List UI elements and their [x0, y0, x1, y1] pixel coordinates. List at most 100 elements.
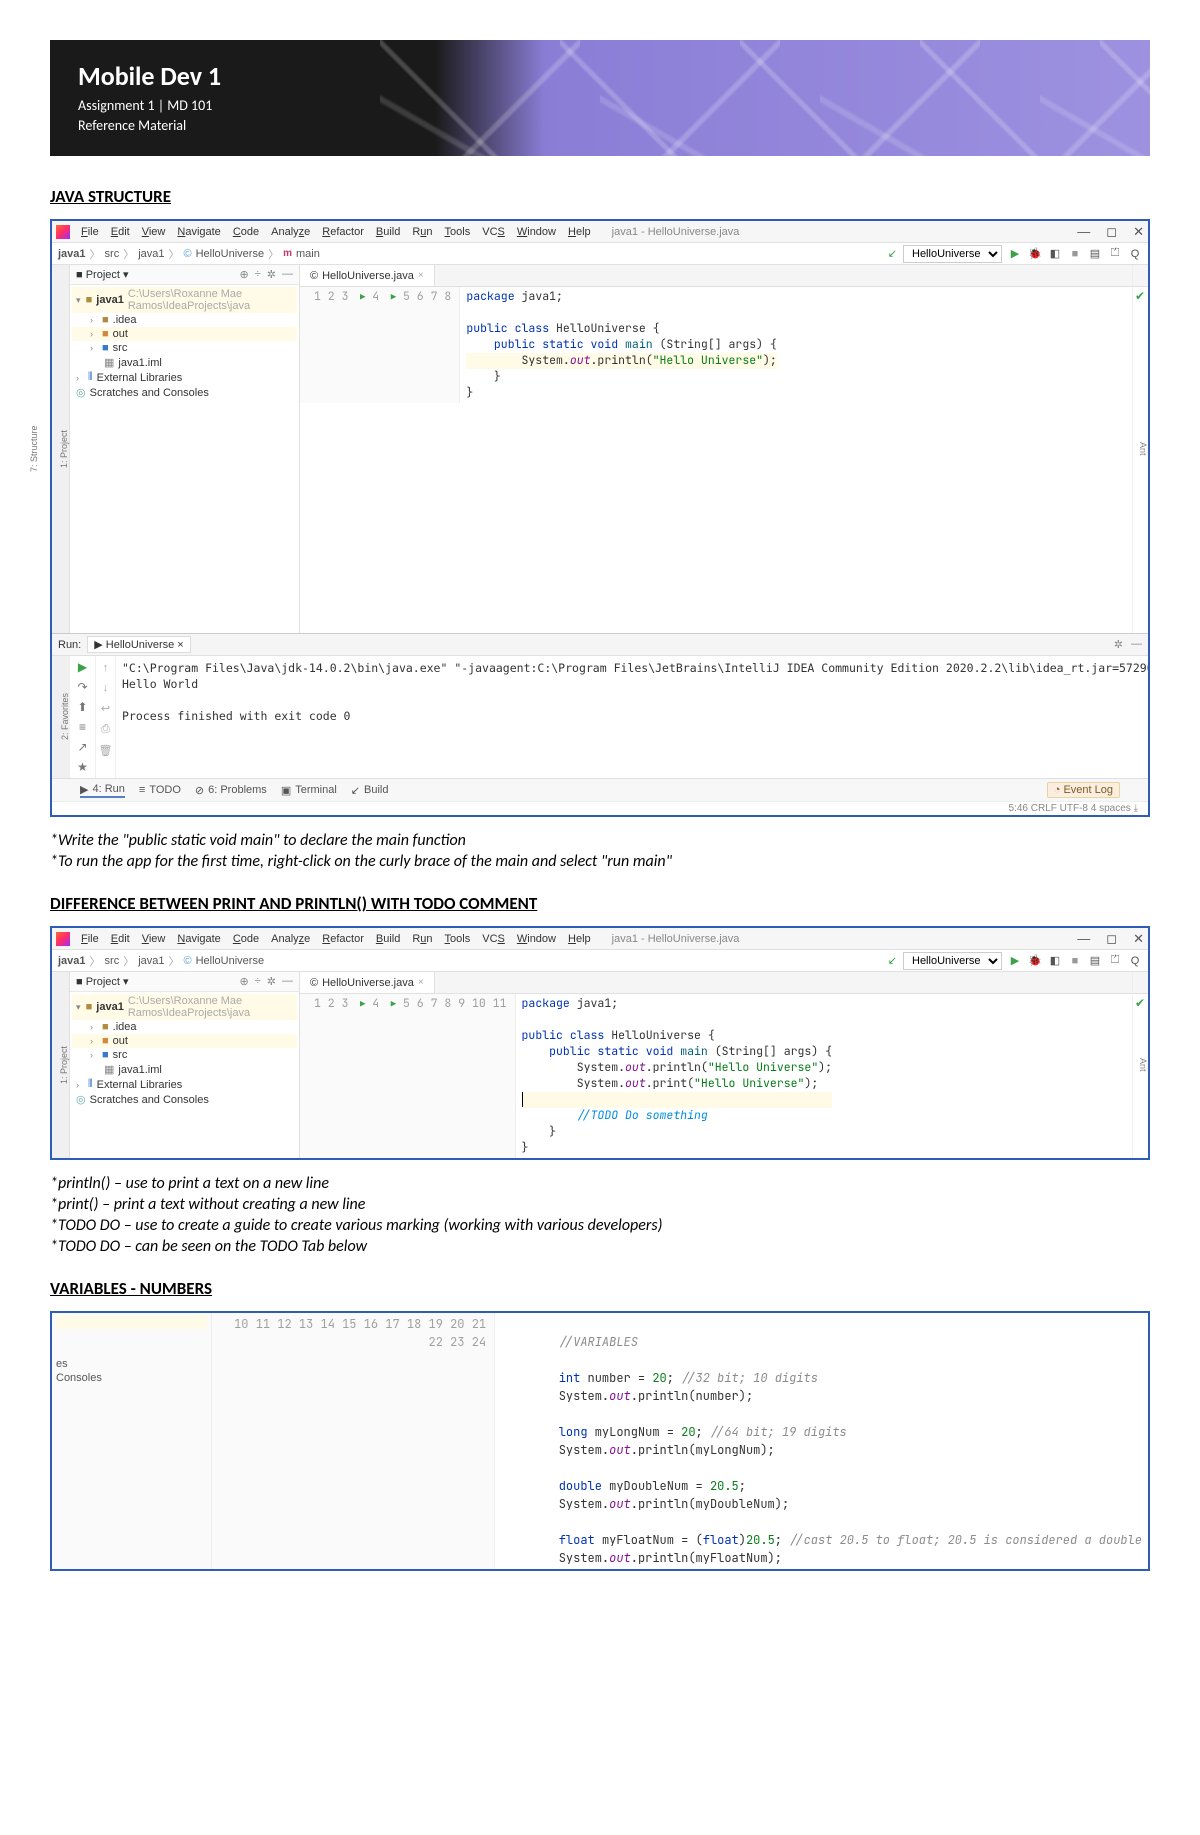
crumb-java1[interactable]: java1 — [58, 248, 86, 260]
search-icon[interactable]: ⏍ — [1108, 954, 1122, 967]
tab-problems[interactable]: ⊘ 6: Problems — [195, 784, 267, 797]
menu-tools[interactable]: Tools — [440, 226, 476, 238]
maximize-icon[interactable]: ◻ — [1106, 931, 1117, 947]
print-icon[interactable]: ⎙ — [101, 723, 110, 736]
menu-analyze[interactable]: Analyze — [266, 933, 315, 945]
search-icon[interactable]: ⏍ — [1108, 247, 1122, 260]
menu-vcs[interactable]: VCS — [477, 226, 510, 238]
layout-icon[interactable]: ▤ — [1088, 954, 1102, 967]
run-output[interactable]: "C:\Program Files\Java\jdk-14.0.2\bin\ja… — [116, 656, 1148, 778]
project-tree[interactable]: ▾■ java1 C:\Users\Roxanne Mae Ramos\Idea… — [70, 992, 299, 1109]
run-hide-icon[interactable]: — — [1131, 638, 1142, 651]
menu-analyze[interactable]: Analyze — [266, 226, 315, 238]
menu-run[interactable]: Run — [407, 933, 437, 945]
menu-run[interactable]: Run — [407, 226, 437, 238]
left-tool-gutter: 1: Project 7: Structure — [52, 265, 70, 633]
stop-icon[interactable]: ■ — [1068, 248, 1082, 260]
ant-tool[interactable]: Ant — [1132, 265, 1148, 633]
coverage-icon[interactable]: ◧ — [1048, 954, 1062, 967]
divide-icon[interactable]: ÷ — [255, 268, 261, 281]
stop-icon[interactable]: ■ — [1068, 955, 1082, 967]
gutter-structure[interactable]: 7: Structure — [29, 273, 39, 625]
menu-edit[interactable]: Edit — [106, 226, 135, 238]
code-editor[interactable]: 10 11 12 13 14 15 16 17 18 19 20 21 22 2… — [212, 1313, 1148, 1569]
menu-file[interactable]: File — [76, 226, 104, 238]
menu-code[interactable]: Code — [228, 933, 264, 945]
window-title: java1 - HelloUniverse.java — [612, 933, 740, 945]
crumb-main[interactable]: main — [296, 248, 320, 260]
run-tab[interactable]: ▶ HelloUniverse × — [87, 636, 190, 653]
crumb-src[interactable]: src — [105, 248, 120, 260]
menu-view[interactable]: View — [137, 226, 171, 238]
event-log[interactable]: ◔ Event Log — [1047, 782, 1120, 798]
code-editor[interactable]: 1 2 3 ▶ 4 ▶ 5 6 7 8 package java1; publi… — [300, 287, 1148, 403]
magnify-icon[interactable]: Q — [1128, 955, 1142, 967]
close-icon[interactable]: ✕ — [1133, 224, 1144, 240]
build-hammer-icon[interactable]: ↙ — [888, 247, 897, 260]
export-icon[interactable]: ↗ — [77, 740, 87, 754]
intellij-icon — [56, 932, 70, 946]
debug-icon[interactable]: 🐞 — [1028, 247, 1042, 260]
crumb-class[interactable]: HelloUniverse — [196, 248, 264, 260]
maximize-icon[interactable]: ◻ — [1106, 224, 1117, 240]
up-icon[interactable]: ⬆ — [77, 700, 87, 714]
banner-line1: Assignment 1 | MD 101 — [78, 96, 1122, 116]
run-config-select[interactable]: HelloUniverse — [903, 245, 1002, 263]
method-icon: m — [283, 248, 292, 259]
menu-help[interactable]: Help — [563, 933, 596, 945]
tab-build[interactable]: ↙ Build — [351, 784, 389, 797]
menu-build[interactable]: Build — [371, 933, 405, 945]
tab-terminal[interactable]: ▣ Terminal — [281, 784, 337, 797]
down-arrow-icon[interactable]: ↓ — [103, 682, 109, 694]
minimize-icon[interactable]: — — [1077, 931, 1090, 947]
gear-icon[interactable]: ✲ — [267, 268, 276, 281]
wrap-icon[interactable]: ↩ — [101, 702, 110, 715]
menu-refactor[interactable]: Refactor — [317, 933, 369, 945]
rerun-icon[interactable]: ▶ — [78, 660, 87, 674]
run-icon[interactable]: ▶ — [1008, 247, 1022, 260]
menu-build[interactable]: Build — [371, 226, 405, 238]
up-arrow-icon[interactable]: ↑ — [103, 662, 109, 674]
gutter-project[interactable]: 1: Project — [59, 273, 69, 625]
collapse-icon[interactable]: ⊕ — [240, 268, 249, 281]
menu-edit[interactable]: Edit — [106, 933, 135, 945]
tab-run[interactable]: ▶ 4: Run — [80, 783, 125, 798]
close-tab-icon[interactable]: × — [418, 270, 424, 281]
menu-help[interactable]: Help — [563, 226, 596, 238]
menu-navigate[interactable]: Navigate — [172, 226, 225, 238]
editor-tab[interactable]: ©HelloUniverse.java × — [300, 972, 435, 993]
menu-window[interactable]: Window — [512, 933, 561, 945]
menu-refactor[interactable]: Refactor — [317, 226, 369, 238]
trash-icon[interactable]: 🗑 — [99, 744, 113, 757]
menu-window[interactable]: Window — [512, 226, 561, 238]
menu-tools[interactable]: Tools — [440, 933, 476, 945]
tab-todo[interactable]: ≡ TODO — [139, 784, 181, 796]
minimize-icon[interactable]: — — [1077, 224, 1090, 240]
layout-icon[interactable]: ≡ — [79, 720, 86, 734]
run-config-select[interactable]: HelloUniverse — [903, 952, 1002, 970]
coverage-icon[interactable]: ◧ — [1048, 247, 1062, 260]
close-tab-icon[interactable]: × — [418, 977, 424, 988]
editor-tab[interactable]: ©HelloUniverse.java × — [300, 265, 435, 286]
code-editor[interactable]: 1 2 3 ▶ 4 ▶ 5 6 7 8 9 10 11 package java… — [300, 994, 1148, 1158]
hide-icon[interactable]: — — [282, 268, 293, 281]
crumb-pkg[interactable]: java1 — [138, 248, 164, 260]
layout-icon[interactable]: ▤ — [1088, 247, 1102, 260]
menu-view[interactable]: View — [137, 933, 171, 945]
favorites-gutter[interactable]: 2: Favorites — [60, 693, 70, 740]
notes-1: *Write the "public static void main" to … — [50, 831, 1150, 871]
stop-icon[interactable]: ↷ — [77, 680, 87, 694]
run-icon[interactable]: ▶ — [1008, 954, 1022, 967]
menu-file[interactable]: File — [76, 933, 104, 945]
project-tree[interactable]: ▾■ java1 C:\Users\Roxanne Mae Ramos\Idea… — [70, 285, 299, 402]
debug-icon[interactable]: 🐞 — [1028, 954, 1042, 967]
run-gear-icon[interactable]: ✲ — [1114, 638, 1123, 651]
menu-vcs[interactable]: VCS — [477, 933, 510, 945]
close-icon[interactable]: ✕ — [1133, 931, 1144, 947]
build-hammer-icon[interactable]: ↙ — [888, 954, 897, 967]
magnify-icon[interactable]: Q — [1128, 248, 1142, 260]
star-icon[interactable]: ★ — [77, 760, 88, 774]
ant-tool[interactable]: Ant — [1132, 972, 1148, 1158]
menu-navigate[interactable]: Navigate — [172, 933, 225, 945]
menu-code[interactable]: Code — [228, 226, 264, 238]
